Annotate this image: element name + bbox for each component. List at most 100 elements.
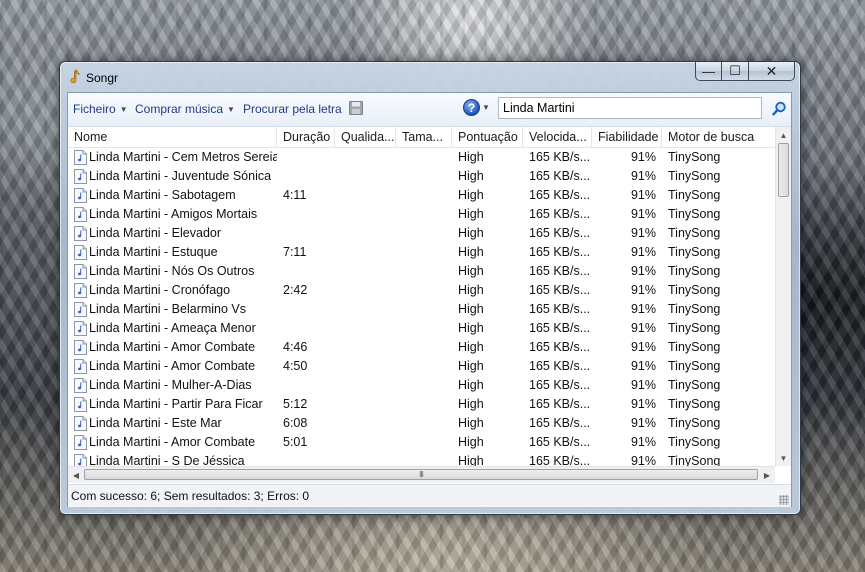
list-item[interactable]: Linda Martini - Elevador High 165 KB/s... 9… [68, 224, 776, 243]
cell-name: Linda Martini - Juventude Sónica [89, 169, 272, 183]
cell-score: High [458, 264, 484, 278]
caption-buttons: — ☐ ✕ [695, 62, 795, 82]
search-input[interactable] [498, 97, 762, 119]
list-item[interactable]: Linda Martini - Sabotagem 4:11 High 165 KB/… [68, 186, 776, 205]
cell-speed: 165 KB/s... [529, 302, 591, 316]
column-header-pontuacao[interactable]: Pontuação [452, 127, 523, 147]
column-header-motor-de-busca[interactable]: Motor de busca [662, 127, 776, 147]
cell-score: High [458, 416, 484, 430]
cell-engine: TinySong [668, 150, 721, 164]
cell-duration: 5:01 [283, 435, 308, 449]
column-header-qualidade[interactable]: Qualida... [335, 127, 396, 147]
column-header-velocidade[interactable]: Velocida... [523, 127, 592, 147]
cell-quality [335, 281, 396, 300]
cell-name: Linda Martini - Estuque [89, 245, 218, 259]
scroll-up-arrow-icon[interactable]: ▲ [776, 127, 791, 143]
cell-quality [335, 338, 396, 357]
maximize-button[interactable]: ☐ [722, 62, 749, 81]
cell-quality [335, 376, 396, 395]
cell-engine: TinySong [668, 416, 721, 430]
cell-score: High [458, 359, 484, 373]
results-list[interactable]: Nome Duração Qualida... Tama... Pontuaçã… [68, 127, 791, 483]
list-item[interactable]: Linda Martini - Mulher-A-Dias High 165 KB/… [68, 376, 776, 395]
cell-speed: 165 KB/s... [529, 321, 591, 335]
help-button[interactable]: ? ▼ [463, 99, 490, 116]
cell-duration: 4:11 [283, 188, 307, 202]
scroll-left-arrow-icon[interactable]: ◀ [68, 467, 84, 483]
cell-size [396, 281, 452, 300]
list-item[interactable]: Linda Martini - Nós Os Outros High 165 KB/… [68, 262, 776, 281]
cell-size [396, 148, 452, 167]
list-item[interactable]: Linda Martini - Este Mar 6:08 High 165 KB/s… [68, 414, 776, 433]
list-item[interactable]: Linda Martini - Ameaça Menor High 165 KB/s… [68, 319, 776, 338]
toolbar: Ficheiro ▼ Comprar música ▼ Procurar pel… [68, 93, 791, 127]
column-header-nome[interactable]: Nome [68, 127, 277, 147]
cell-duration: 5:12 [283, 397, 308, 411]
list-item[interactable]: Linda Martini - Belarmino Vs High 165 KB/s… [68, 300, 776, 319]
list-item[interactable]: Linda Martini - Juventude Sónica High 165 … [68, 167, 776, 186]
cell-size [396, 395, 452, 414]
menu-comprar-musica[interactable]: Comprar música ▼ [135, 102, 235, 116]
column-header-fiabilidade[interactable]: Fiabilidade [592, 127, 662, 147]
horizontal-scroll-thumb[interactable]: III [84, 469, 758, 480]
cell-quality [335, 414, 396, 433]
search-button[interactable] [770, 98, 788, 118]
list-item[interactable]: Linda Martini - Cronófago 2:42 High 165 KB/… [68, 281, 776, 300]
column-header-duracao[interactable]: Duração [277, 127, 335, 147]
cell-quality [335, 357, 396, 376]
cell-duration: 4:50 [283, 359, 308, 373]
cell-quality [335, 243, 396, 262]
vertical-scrollbar[interactable]: ▲ ▼ [775, 127, 791, 466]
vertical-scroll-thumb[interactable] [778, 143, 789, 197]
list-item[interactable]: Linda Martini - Amor Combate 4:46 High 165 … [68, 338, 776, 357]
cell-engine: TinySong [668, 207, 721, 221]
magnifier-icon [771, 101, 786, 116]
cell-engine: TinySong [668, 397, 721, 411]
cell-score: High [458, 207, 484, 221]
cell-duration [277, 300, 335, 319]
cell-name: Linda Martini - Sabotagem [89, 188, 236, 202]
column-header-tamanho[interactable]: Tama... [396, 127, 452, 147]
menu-ficheiro[interactable]: Ficheiro ▼ [73, 102, 128, 116]
cell-reliability: 91% [630, 283, 656, 297]
list-item[interactable]: Linda Martini - Cem Metros Sereia High 165… [68, 148, 776, 167]
resize-grip[interactable] [779, 495, 789, 505]
cell-engine: TinySong [668, 435, 721, 449]
horizontal-scrollbar[interactable]: ◀ III ▶ [68, 466, 775, 483]
menu-ficheiro-label: Ficheiro [73, 102, 116, 116]
cell-quality [335, 205, 396, 224]
cell-reliability: 91% [630, 207, 656, 221]
list-item[interactable]: Linda Martini - Partir Para Ficar 5:12 Hig… [68, 395, 776, 414]
cell-score: High [458, 435, 484, 449]
list-item[interactable]: Linda Martini - Amigos Mortais High 165 KB… [68, 205, 776, 224]
cell-name: Linda Martini - Amor Combate [89, 340, 256, 354]
minimize-button[interactable]: — [695, 62, 722, 81]
list-rows: Linda Martini - Cem Metros Sereia High 165… [68, 148, 776, 471]
scroll-down-arrow-icon[interactable]: ▼ [776, 450, 791, 466]
cell-duration: 4:46 [283, 340, 308, 354]
menu-procurar-letra[interactable]: Procurar pela letra [243, 102, 342, 116]
list-item[interactable]: Linda Martini - Estuque 7:11 High 165 KB/s.… [68, 243, 776, 262]
list-header: Nome Duração Qualida... Tama... Pontuaçã… [68, 127, 776, 148]
close-button[interactable]: ✕ [749, 62, 795, 81]
cell-score: High [458, 397, 484, 411]
list-item[interactable]: Linda Martini - Amor Combate 5:01 High 165 … [68, 433, 776, 452]
cell-reliability: 91% [630, 378, 656, 392]
cell-speed: 165 KB/s... [529, 283, 591, 297]
list-item[interactable]: Linda Martini - Amor Combate 4:50 High 165 … [68, 357, 776, 376]
cell-name: Linda Martini - Amor Combate [89, 359, 256, 373]
menu-procurar-letra-label: Procurar pela letra [243, 102, 342, 116]
status-bar: Com sucesso: 6; Sem resultados: 3; Erros… [68, 484, 791, 507]
cell-speed: 165 KB/s... [529, 397, 591, 411]
cell-duration [277, 224, 335, 243]
cell-speed: 165 KB/s... [529, 378, 591, 392]
title-bar[interactable]: Songr — ☐ ✕ [60, 62, 800, 92]
cell-reliability: 91% [630, 397, 656, 411]
floppy-disk-icon[interactable] [349, 101, 363, 115]
scroll-right-arrow-icon[interactable]: ▶ [759, 467, 775, 483]
cell-name: Linda Martini - Partir Para Ficar [89, 397, 263, 411]
cell-size [396, 376, 452, 395]
cell-speed: 165 KB/s... [529, 188, 591, 202]
cell-size [396, 186, 452, 205]
cell-engine: TinySong [668, 264, 721, 278]
